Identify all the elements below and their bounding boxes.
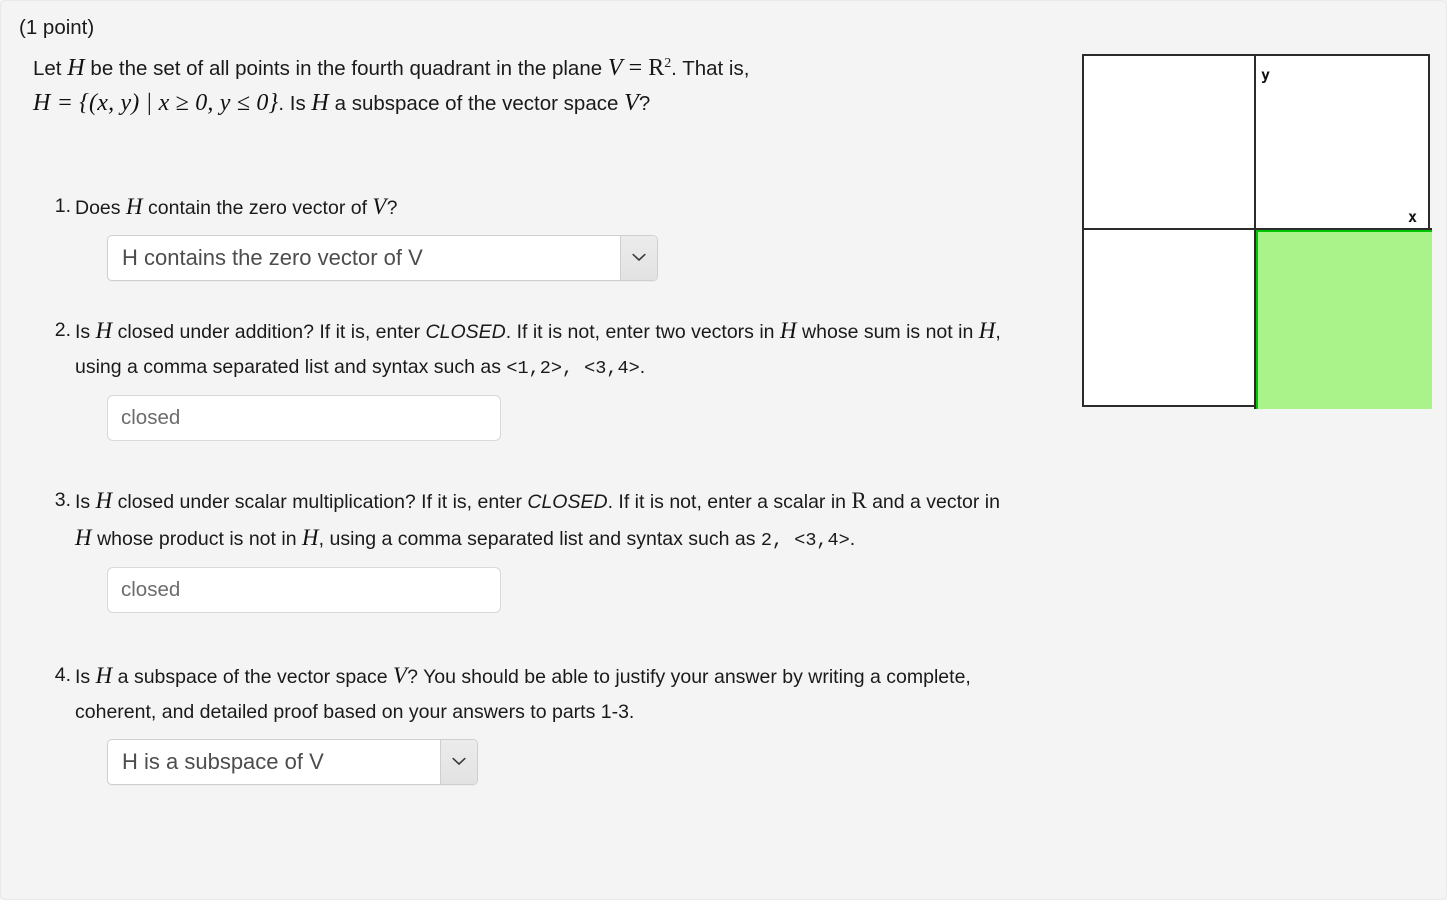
part-4-number: 4. (54, 663, 71, 686)
part-3-number: 3. (54, 488, 71, 511)
coordinate-plane-figure: y x (1082, 54, 1432, 409)
part-2-text-a: Is (75, 320, 96, 343)
problem-part-2: 2. Is H closed under addition? If it is,… (55, 313, 1035, 441)
problem-page: (1 point) Let H be the set of all points… (0, 0, 1447, 900)
chevron-down-icon[interactable] (440, 739, 477, 784)
x-axis-label: x (1408, 208, 1418, 226)
math-var-H-2: H (311, 90, 329, 116)
part-1-number: 1. (54, 195, 71, 217)
math-var-H-p3a: H (95, 487, 113, 513)
part-2-answer-input[interactable]: closed (107, 394, 501, 441)
math-var-H-p2b: H (779, 317, 797, 343)
part-1-answer-row: H contains the zero vector of V (107, 234, 1035, 281)
y-axis-line (1254, 56, 1256, 409)
math-set-definition: H = {(x, y) | x ≥ 0, y ≤ 0} (33, 90, 279, 116)
part-2-answer-row: closed (107, 394, 1035, 441)
part-1-select[interactable]: H contains the zero vector of V (107, 234, 658, 281)
part-2-text-b: closed under addition? If it is, enter (112, 320, 426, 343)
part-3-question-text: Is H closed under scalar multiplication?… (75, 483, 1005, 559)
math-var-V-2: V (624, 90, 639, 116)
stem-text-part-a: Let (33, 57, 68, 80)
shaded-fourth-quadrant (1254, 228, 1432, 409)
problem-statement-block: (1 point) Let H be the set of all points… (1, 1, 1061, 121)
problem-part-1: 1. Does H contain the zero vector of V? … (55, 189, 1035, 281)
part-1-question-text: Does H contain the zero vector of V? (75, 189, 1005, 227)
stem-text-part-f: ? (638, 92, 651, 115)
part-3-syntax-example: 2, <3,4> (760, 530, 850, 551)
problem-parts-list: 1. Does H contain the zero vector of V? … (55, 189, 1035, 785)
math-var-H-p3c: H (301, 525, 319, 550)
part-2-emphasis-closed: CLOSED (425, 320, 506, 343)
part-3-emphasis-closed: CLOSED (527, 490, 608, 513)
point-value-label: (1 point) (19, 16, 95, 39)
part-3-text-b: closed under scalar multiplication? If i… (112, 490, 528, 513)
math-var-H: H (67, 55, 85, 81)
part-4-answer-row: H is a subspace of V (107, 738, 1035, 785)
part-2-syntax-example: <1,2>, <3,4> (506, 358, 640, 379)
part-2-text-c: . If it is not, enter two vectors in (505, 320, 780, 343)
math-var-V-p4: V (393, 662, 408, 688)
math-var-H-p2c: H (978, 317, 996, 343)
part-1-selected-value: H contains the zero vector of V (122, 244, 423, 270)
stem-text-part-d: . Is (278, 92, 312, 115)
part-2-question-text: Is H closed under addition? If it is, en… (75, 313, 1005, 387)
part-3-text-d: and a vector in (866, 490, 1000, 513)
part-4-select[interactable]: H is a subspace of V (107, 738, 478, 785)
math-var-V: V (607, 55, 623, 81)
part-3-answer-input[interactable]: closed (107, 566, 501, 613)
part-3-answer-value: closed (121, 577, 181, 601)
part-1-text-a: Does (75, 197, 126, 219)
math-var-H-p2a: H (95, 317, 113, 343)
problem-part-3: 3. Is H closed under scalar multiplicati… (55, 483, 1035, 613)
part-4-text-b: a subspace of the vector space (112, 665, 394, 688)
part-1-text-b: contain the zero vector of (142, 197, 373, 219)
part-3-text-c: . If it is not, enter a scalar in (607, 490, 852, 513)
part-3-answer-row: closed (107, 566, 1035, 613)
stem-text-part-c: . That is, (671, 57, 750, 80)
part-3-text-f: , using a comma separated list and synta… (318, 528, 761, 550)
part-4-question-text: Is H a subspace of the vector space V? Y… (75, 658, 1005, 731)
part-4-text-a: Is (75, 665, 96, 688)
chevron-down-icon[interactable] (620, 235, 657, 280)
part-1-text-c: ? (386, 197, 398, 219)
math-var-H-p4: H (95, 662, 113, 688)
part-2-number: 2. (54, 318, 71, 341)
part-2-answer-value: closed (121, 405, 181, 429)
part-2-text-f: . (639, 356, 646, 378)
part-3-text-g: . (849, 528, 856, 550)
problem-stem: Let H be the set of all points in the fo… (33, 51, 963, 121)
part-2-text-d: whose sum is not in (796, 320, 979, 343)
part-3-text-a: Is (75, 490, 96, 513)
math-var-H-p3b: H (75, 525, 92, 550)
graph-frame: y x (1082, 54, 1432, 409)
y-axis-label: y (1261, 66, 1271, 84)
math-blackboard-R-p3: R (851, 487, 867, 513)
math-equals: = (622, 55, 649, 81)
part-3-text-e: whose product is not in (91, 528, 302, 550)
problem-part-4: 4. Is H a subspace of the vector space V… (55, 658, 1035, 785)
stem-text-part-e: a subspace of the vector space (328, 92, 625, 115)
stem-text-part-b: be the set of all points in the fourth q… (84, 57, 608, 80)
part-4-selected-value: H is a subspace of V (122, 748, 324, 774)
math-var-V-p1: V (372, 194, 387, 219)
x-axis-line (1084, 228, 1432, 230)
math-var-H-p1: H (125, 194, 143, 219)
math-blackboard-R: R (648, 55, 665, 81)
